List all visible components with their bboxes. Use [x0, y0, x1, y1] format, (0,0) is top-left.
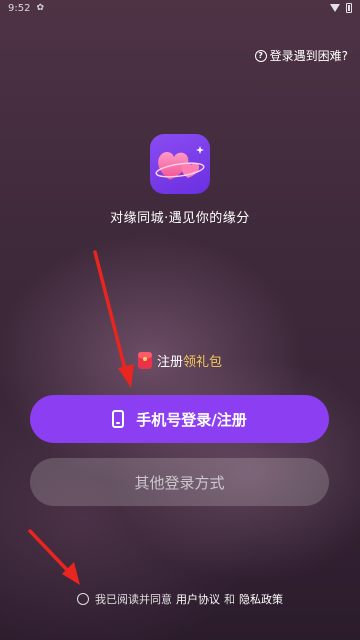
other-login-label: 其他登录方式	[134, 473, 225, 492]
agreement-prefix: 我已阅读并同意	[95, 593, 172, 606]
login-help-label: 登录遇到困难?	[269, 49, 348, 63]
login-help-link[interactable]: ? 登录遇到困难?	[254, 47, 348, 64]
phone-login-label: 手机号登录/注册	[136, 410, 247, 429]
phone-login-button[interactable]: 手机号登录/注册	[30, 395, 329, 443]
user-agreement-link[interactable]: 用户协议	[176, 591, 220, 607]
heart-logo-icon	[155, 146, 205, 180]
status-bar: 9:52 ✿	[0, 0, 360, 16]
agree-checkbox[interactable]	[77, 593, 89, 605]
agreement-row: 我已阅读并同意 用户协议 和 隐私政策	[0, 591, 360, 607]
battery-icon	[346, 3, 352, 13]
wifi-icon	[330, 4, 340, 12]
question-icon: ?	[254, 49, 267, 62]
privacy-policy-link[interactable]: 隐私政策	[239, 591, 283, 607]
phone-icon	[112, 410, 125, 428]
agreement-conjunction: 和	[224, 593, 235, 606]
arrow-to-agreement	[28, 529, 80, 585]
bonus-prefix: 注册	[156, 355, 183, 370]
register-bonus: 注册 领礼包	[0, 351, 360, 370]
app-tagline: 对缘同城·遇见你的缘分	[110, 211, 250, 226]
status-right	[330, 3, 352, 13]
settings-icon: ✿	[36, 3, 45, 13]
status-left: 9:52 ✿	[8, 3, 44, 14]
app-logo	[150, 134, 210, 194]
bonus-highlight: 领礼包	[183, 355, 223, 370]
status-time: 9:52	[8, 2, 31, 14]
other-login-button[interactable]: 其他登录方式	[30, 458, 329, 506]
annotation-arrows	[28, 250, 134, 585]
red-packet-icon	[137, 352, 152, 369]
